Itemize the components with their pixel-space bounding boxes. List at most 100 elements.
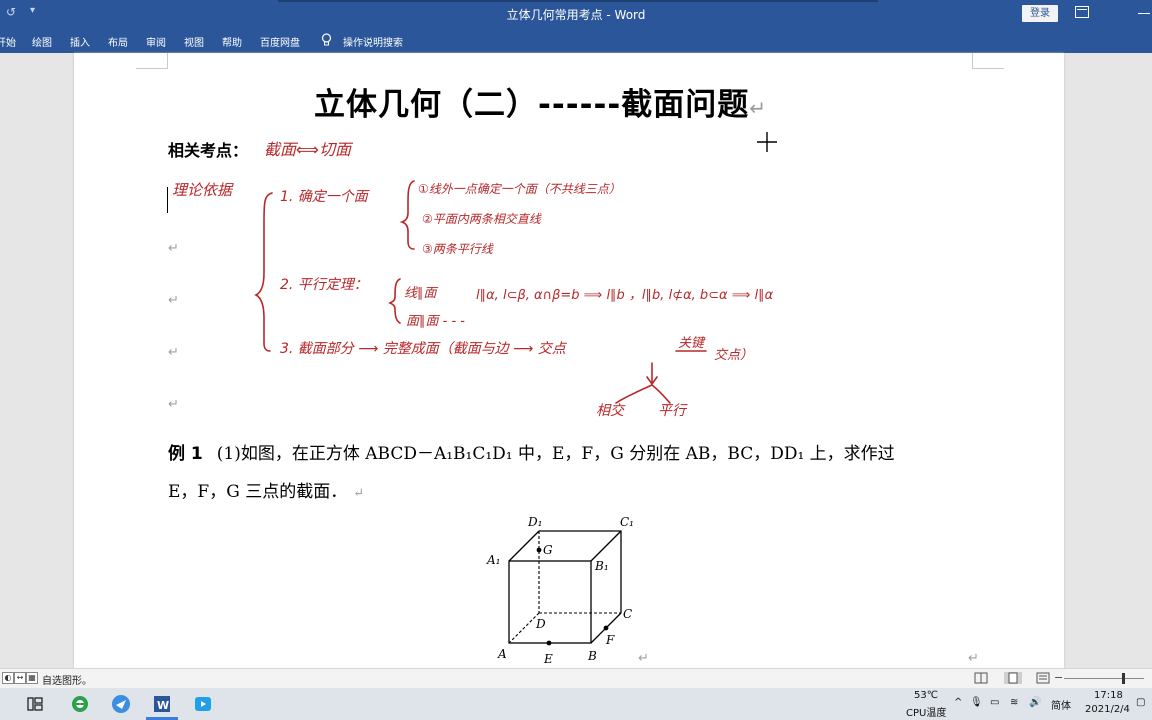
web-layout-icon[interactable] <box>1036 672 1050 684</box>
document-area: 立体几何（二）------截面问题↵ 相关考点： ↵ ↵ ↵ ↵ 截面⟺切面 理… <box>0 53 1152 668</box>
draw-tool-arrow-icon[interactable]: ↔ <box>14 672 26 684</box>
svg-text:W: W <box>157 699 169 712</box>
tab-view[interactable]: 视图 <box>184 34 204 49</box>
feishu-app-icon[interactable] <box>110 693 132 715</box>
status-message: 自选图形。 <box>42 676 92 687</box>
kaodian-label: 相关考点： <box>168 141 249 160</box>
tab-draw[interactable]: 绘图 <box>32 34 52 49</box>
ink-bottom-right: 平行 <box>658 403 688 419</box>
cube-edge-b1c1 <box>590 530 622 562</box>
example-label: 例 1 <box>168 444 203 464</box>
example-text-2: E，F，G 三点的截面． <box>168 482 348 502</box>
zoom-slider-thumb[interactable] <box>1122 673 1125 684</box>
tell-me-search[interactable]: 操作说明搜索 <box>343 34 403 49</box>
draw-tool-moon-icon[interactable]: ◐ <box>2 672 14 684</box>
label-b1: B₁ <box>594 559 609 573</box>
label-b: B <box>587 649 597 663</box>
read-mode-icon[interactable] <box>974 672 988 684</box>
ink-brace-item2 <box>388 278 401 324</box>
document-heading-text: 立体几何（二）------截面问题 <box>314 87 750 123</box>
ink-item3-end: 交点） <box>714 347 753 363</box>
paragraph-mark-icon: ↵ <box>168 397 179 412</box>
tab-review[interactable]: 审阅 <box>146 34 166 49</box>
cpu-temp-label: CPU温度 <box>906 708 947 719</box>
tab-baidu-netdisk[interactable]: 百度网盘 <box>260 34 300 49</box>
ime-indicator[interactable]: 简体 <box>1051 697 1071 712</box>
notification-icon[interactable]: ▢ <box>1136 697 1145 708</box>
clock-date[interactable]: 2021/2/4 <box>1085 704 1130 715</box>
signin-button[interactable]: 登录 <box>1022 5 1058 22</box>
ink-item1-sub1: ①线外一点确定一个面（不共线三点） <box>418 182 621 196</box>
ink-line1: 截面⟺切面 <box>264 140 354 159</box>
ink-basis-label: 理论依据 <box>172 181 234 199</box>
label-f: F <box>605 633 615 647</box>
text-caret <box>167 187 168 213</box>
ribbon-tabs: 开始 绘图 插入 布局 审阅 视图 帮助 百度网盘 操作说明搜索 <box>0 28 1152 53</box>
cube-edge-a1d1 <box>508 530 540 562</box>
ink-brace-main <box>254 192 273 352</box>
cpu-temp-value: 53℃ <box>914 690 938 701</box>
label-a: A <box>497 647 507 661</box>
ink-branch-right <box>651 384 671 404</box>
tab-help[interactable]: 帮助 <box>222 34 242 49</box>
title-bar: ↺ ▾ 立体几何常用考点 - Word 登录 <box>0 0 1152 28</box>
paragraph-mark-icon: ↵ <box>638 651 649 666</box>
label-c: C <box>623 607 632 621</box>
wifi-icon[interactable]: ≋ <box>1010 697 1018 708</box>
label-d: D <box>535 617 546 631</box>
margin-corner-left <box>136 53 168 69</box>
tray-expand-icon[interactable]: ^ <box>954 697 962 708</box>
zoom-slider[interactable] <box>1064 678 1144 679</box>
tab-home[interactable]: 开始 <box>0 34 16 49</box>
example-text-1: (1)如图，在正方体 ABCD－A₁B₁C₁D₁ 中，E，F，G 分别在 AB，… <box>216 444 895 464</box>
cube-figure[interactable]: D₁ C₁ A₁ B₁ G C D F A E B <box>479 508 649 668</box>
ribbon-display-options-icon[interactable] <box>1075 6 1089 18</box>
clock-time[interactable]: 17:18 <box>1094 690 1123 701</box>
print-layout-icon[interactable] <box>1004 672 1022 684</box>
ink-item2-sub2: 面∥面 - - - <box>406 314 465 329</box>
ink-item3-key: 关键 <box>678 336 706 351</box>
document-heading[interactable]: 立体几何（二）------截面问题↵ <box>314 79 767 124</box>
volume-icon[interactable]: 🔊 <box>1029 697 1041 708</box>
ink-item2-sub1a: 线∥面 <box>404 286 439 301</box>
lightbulb-icon[interactable] <box>321 33 332 47</box>
ink-bottom-left: 相交 <box>596 403 626 419</box>
window-title: 立体几何常用考点 - Word <box>506 8 646 22</box>
paragraph-mark-icon: ↵ <box>968 651 979 666</box>
draw-tool-grid-icon[interactable]: ▦ <box>26 672 38 684</box>
label-a1: A₁ <box>486 553 500 567</box>
ink-brace-item1 <box>399 180 415 250</box>
label-e: E <box>543 652 553 666</box>
battery-icon[interactable]: ▭ <box>990 697 999 708</box>
cube-hidden-ad <box>508 612 540 644</box>
word-app-icon[interactable]: W <box>151 693 173 715</box>
ink-arrow-down <box>646 362 658 386</box>
example-line2[interactable]: E，F，G 三点的截面． ↵ <box>168 477 364 502</box>
zoom-out-icon[interactable]: − <box>1054 671 1063 684</box>
ink-item1: 1. 确定一个面 <box>280 189 370 205</box>
label-d1: D₁ <box>527 515 542 529</box>
tab-layout[interactable]: 布局 <box>108 34 128 49</box>
label-c1: C₁ <box>620 515 634 529</box>
ink-item2: 2. 平行定理： <box>280 277 368 293</box>
point-e <box>546 640 552 646</box>
document-page[interactable]: 立体几何（二）------截面问题↵ 相关考点： ↵ ↵ ↵ ↵ 截面⟺切面 理… <box>74 53 1064 668</box>
paragraph-mark-icon: ↵ <box>353 486 365 501</box>
paragraph-mark-icon: ↵ <box>749 96 767 120</box>
crosshair-cursor-icon <box>757 132 777 152</box>
minimize-icon[interactable] <box>1138 13 1150 14</box>
point-g <box>536 547 542 553</box>
ie-browser-icon[interactable] <box>69 693 91 715</box>
ink-branch-left <box>615 384 653 404</box>
status-bar: ◐ ↔ ▦ 自选图形。 − <box>0 668 1152 688</box>
example-line1[interactable]: 例 1 (1)如图，在正方体 ABCD－A₁B₁C₁D₁ 中，E，F，G 分别在 … <box>168 439 895 464</box>
tab-insert[interactable]: 插入 <box>70 34 90 49</box>
microphone-icon[interactable]: 🎙 <box>970 697 983 708</box>
title-bar-strip <box>278 0 878 2</box>
point-f <box>603 625 609 631</box>
label-g: G <box>543 543 553 557</box>
paragraph-mark-icon: ↵ <box>168 345 179 360</box>
task-view-icon[interactable] <box>24 693 46 715</box>
video-app-icon[interactable] <box>192 693 214 715</box>
ink-item1-sub3: ③两条平行线 <box>422 242 494 256</box>
